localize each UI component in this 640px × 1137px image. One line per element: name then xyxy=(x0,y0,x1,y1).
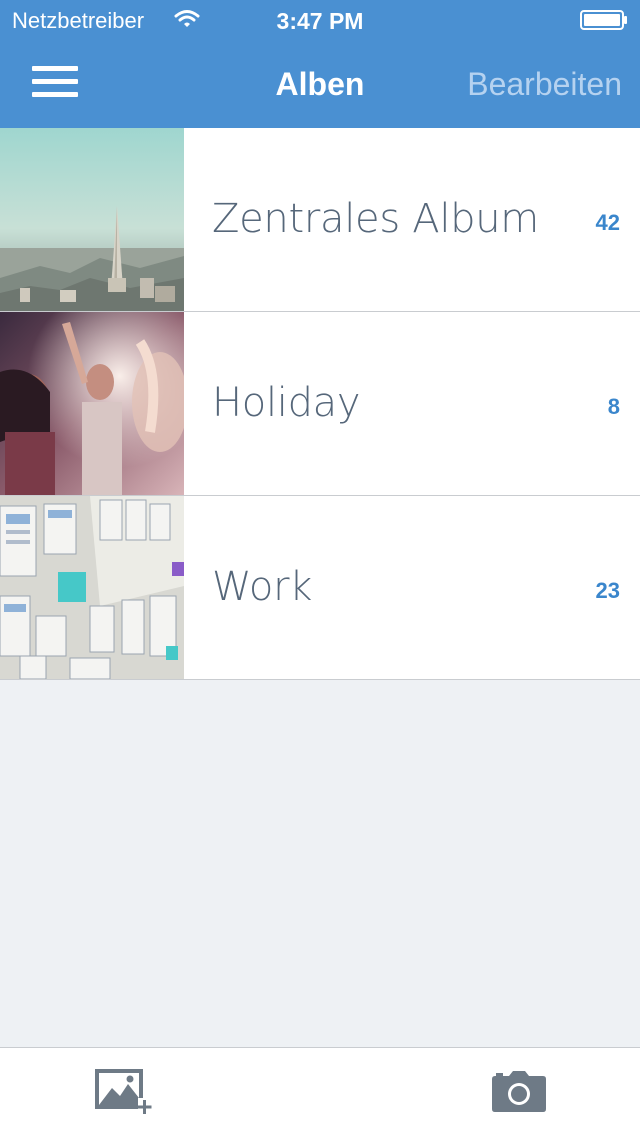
camera-icon[interactable] xyxy=(492,1070,546,1112)
album-title: Zentrales Album xyxy=(212,196,539,242)
album-row[interactable]: Work 23 xyxy=(0,496,640,680)
album-row[interactable]: Zentrales Album 42 xyxy=(0,128,640,312)
album-list: Zentrales Album 42 Holiday 8 Work 23 xyxy=(0,128,640,680)
battery-icon xyxy=(580,10,627,30)
album-row[interactable]: Holiday 8 xyxy=(0,312,640,496)
nav-bar: Alben Bearbeiten xyxy=(0,40,640,128)
album-count: 23 xyxy=(595,578,620,603)
album-thumbnail xyxy=(0,312,184,495)
status-time: 3:47 PM xyxy=(276,8,364,34)
city-skyline-image xyxy=(0,128,184,311)
album-title: Work xyxy=(212,564,313,610)
edit-button[interactable]: Bearbeiten xyxy=(467,40,622,128)
album-title: Holiday xyxy=(212,380,361,426)
album-thumbnail xyxy=(0,496,184,679)
party-people-image xyxy=(0,312,184,495)
add-photo-icon[interactable] xyxy=(94,1068,152,1116)
bottom-toolbar xyxy=(0,1047,640,1137)
album-count: 8 xyxy=(607,394,620,419)
header: Netzbetreiber 3:47 PM Alben Bearbeiten xyxy=(0,0,640,128)
status-bar: Netzbetreiber 3:47 PM xyxy=(0,0,640,40)
album-count: 42 xyxy=(595,210,620,235)
whiteboard-sketches-image xyxy=(0,496,184,679)
album-thumbnail xyxy=(0,128,184,311)
